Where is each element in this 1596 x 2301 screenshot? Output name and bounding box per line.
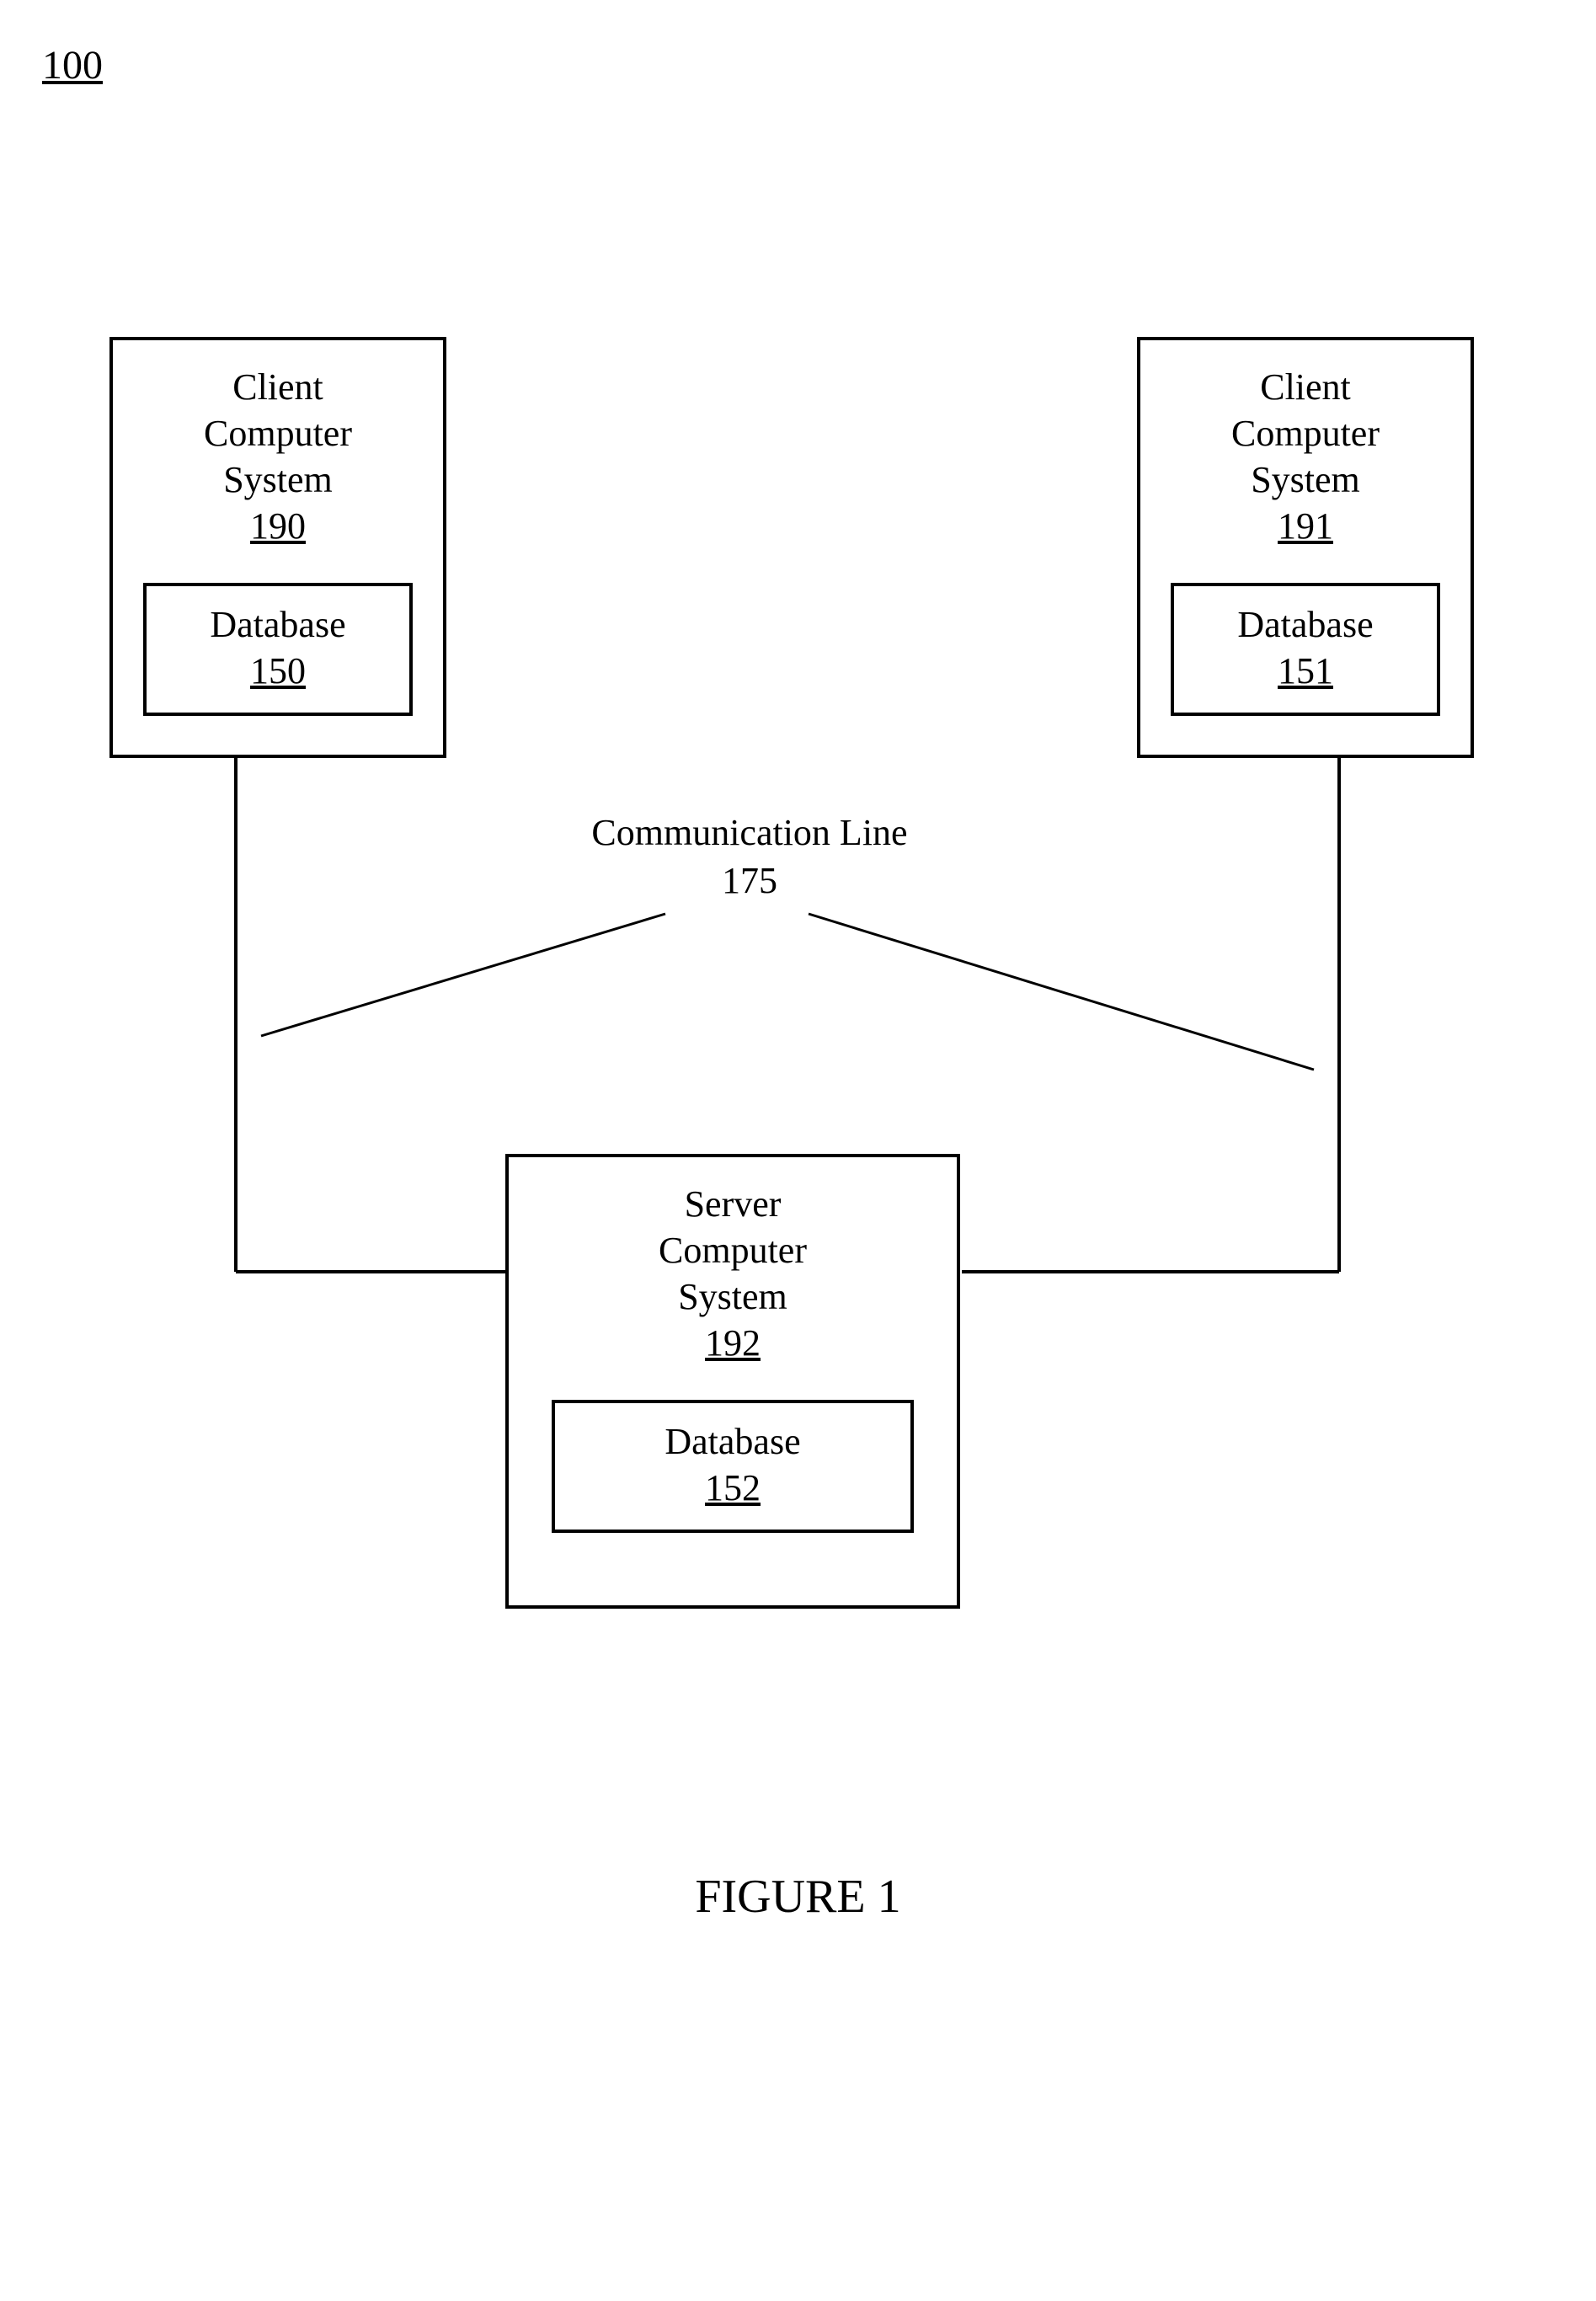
server-ref: 192 <box>509 1320 957 1366</box>
server-database-box: Database 152 <box>552 1400 914 1533</box>
server-title-line2: Computer <box>509 1227 957 1273</box>
client-left-box: Client Computer System 190 Database 150 <box>109 337 446 758</box>
figure-caption: FIGURE 1 <box>0 1870 1596 1924</box>
client-left-title-line2: Computer <box>113 410 443 456</box>
communication-line-label: Communication Line 175 <box>547 809 952 905</box>
client-right-box: Client Computer System 191 Database 151 <box>1137 337 1474 758</box>
server-box: Server Computer System 192 Database 152 <box>505 1154 960 1609</box>
client-left-ref: 190 <box>113 503 443 549</box>
client-right-title-line1: Client <box>1140 364 1471 410</box>
client-right-title-line3: System <box>1140 456 1471 503</box>
diagram-page: 100 Communication Line 175 Client Comput… <box>0 0 1596 2301</box>
client-right-database-box: Database 151 <box>1171 583 1440 716</box>
server-title-line3: System <box>509 1273 957 1320</box>
client-left-database-label: Database <box>147 601 409 648</box>
communication-line-text: Communication Line <box>547 809 952 857</box>
client-right-ref: 191 <box>1140 503 1471 549</box>
client-right-title-line2: Computer <box>1140 410 1471 456</box>
client-left-title-line3: System <box>113 456 443 503</box>
client-left-title-line1: Client <box>113 364 443 410</box>
communication-line-ref: 175 <box>547 857 952 905</box>
figure-reference: 100 <box>42 42 103 88</box>
server-database-ref: 152 <box>555 1465 910 1511</box>
client-left-database-ref: 150 <box>147 648 409 694</box>
client-right-database-ref: 151 <box>1174 648 1437 694</box>
server-database-label: Database <box>555 1418 910 1465</box>
client-left-database-box: Database 150 <box>143 583 413 716</box>
server-title-line1: Server <box>509 1181 957 1227</box>
client-right-database-label: Database <box>1174 601 1437 648</box>
